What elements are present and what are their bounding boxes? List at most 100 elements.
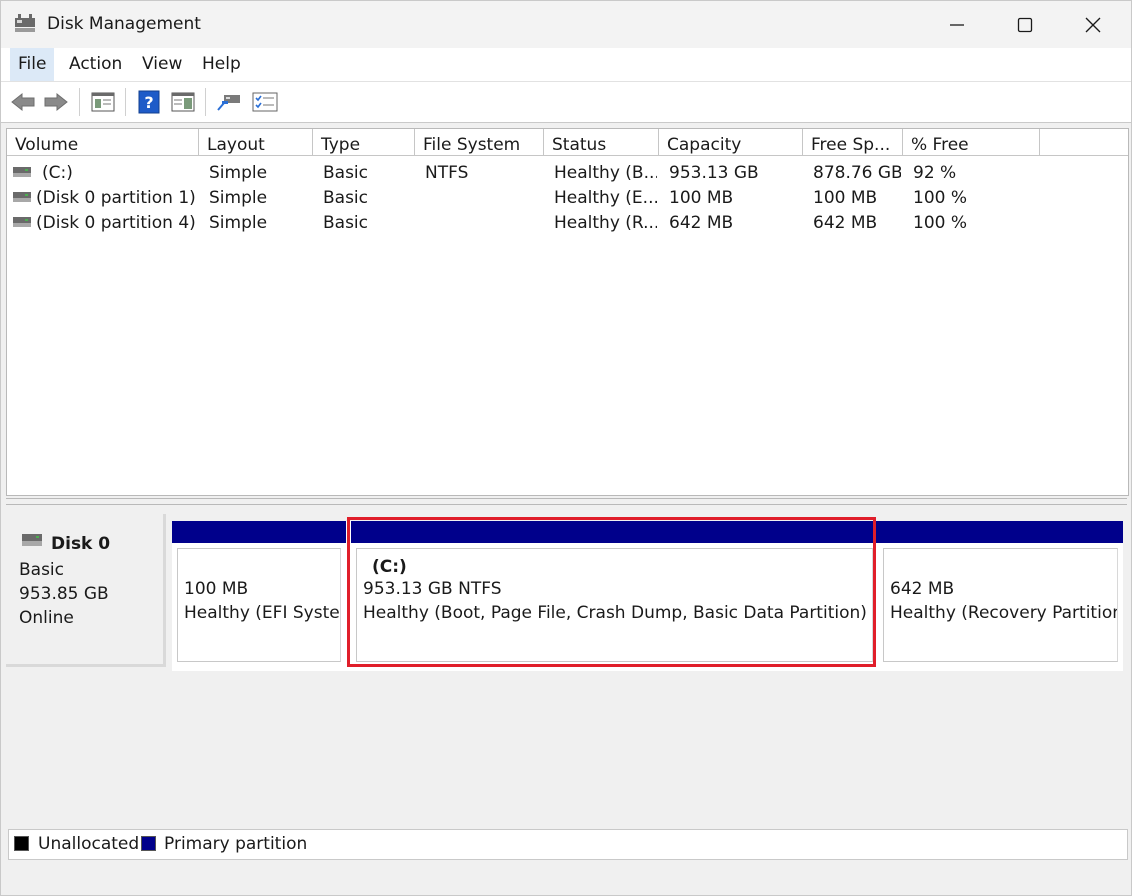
partition-size: 953.13 GB NTFS [363,579,502,599]
toolbar-separator [125,88,126,116]
toolbar-separator [205,88,206,116]
menu-file[interactable]: File [10,48,55,81]
column-header-type[interactable]: Type [313,129,415,156]
forward-button[interactable] [42,89,70,115]
column-header-empty [1040,129,1128,156]
cell-status: Healthy (R... [554,213,657,233]
menu-view[interactable]: View [134,48,190,81]
title-bar: Disk Management [1,1,1131,48]
properties-button[interactable] [89,89,117,115]
connect-button[interactable] [215,89,243,115]
show-hide-button[interactable] [169,89,197,115]
disk-0-label[interactable]: Disk 0 Basic 953.85 GB Online [6,514,166,667]
table-row[interactable]: (Disk 0 partition 4) Simple Basic Health… [7,210,1128,235]
properties-icon [91,92,115,112]
table-row[interactable]: (Disk 0 partition 1) Simple Basic Health… [7,185,1128,210]
partition-title: (C:) [372,557,407,577]
column-header-percent-free[interactable]: % Free [903,129,1040,156]
pane-splitter[interactable] [6,498,1127,505]
column-header-free-space[interactable]: Free Sp... [803,129,903,156]
cell-type: Basic [323,163,369,183]
maximize-icon [1017,17,1033,32]
cell-status: Healthy (B... [554,163,657,183]
forward-icon [44,92,68,112]
column-header-capacity[interactable]: Capacity [659,129,803,156]
cell-volume: (Disk 0 partition 4) [36,213,196,233]
disk-graphical-view: Disk 0 Basic 953.85 GB Online 100 MB Hea… [6,507,1127,827]
menu-action[interactable]: Action [61,48,130,81]
cell-layout: Simple [209,188,268,208]
cell-type: Basic [323,188,369,208]
settings-list-icon [252,92,278,112]
table-row[interactable]: (C:) Simple Basic NTFS Healthy (B... 953… [7,160,1128,185]
cell-file-system [425,185,540,210]
primary-partition-bar [351,521,878,543]
cell-file-system: NTFS [425,163,469,183]
connect-icon [217,95,240,111]
cell-file-system [425,210,540,235]
unallocated-swatch [14,836,29,851]
cell-free-space: 878.76 GB [813,163,901,183]
legend-primary-partition: Primary partition [164,834,308,854]
cell-free-space: 100 MB [813,188,878,208]
menu-help[interactable]: Help [194,48,249,81]
primary-partition-bar [878,521,1123,543]
disk-type: Basic [19,560,65,580]
cell-capacity: 100 MB [669,188,734,208]
primary-partition-bar [172,521,346,543]
settings-list-button[interactable] [251,89,279,115]
column-header-volume[interactable]: Volume [7,129,199,156]
close-button[interactable] [1059,1,1127,48]
help-button[interactable]: ? [135,89,163,115]
toolbar-separator [79,88,80,116]
show-hide-icon [171,92,195,112]
partition-status: Healthy (Recovery Partition) [890,603,1118,623]
legend: Unallocated Primary partition [8,829,1128,860]
partition-status: Healthy (Boot, Page File, Crash Dump, Ba… [363,603,867,623]
cell-layout: Simple [209,213,268,233]
cell-percent-free: 92 % [913,163,957,183]
window-title: Disk Management [47,14,201,34]
partition-efi-details: 100 MB Healthy (EFI System Partition) [177,548,341,662]
drive-icon [13,192,31,202]
status-bar [1,861,1131,895]
partition-recovery-details: 642 MB Healthy (Recovery Partition) [883,548,1118,662]
partition-recovery[interactable]: 642 MB Healthy (Recovery Partition) [878,521,1123,667]
cell-type: Basic [323,213,369,233]
partition-size: 642 MB [890,579,955,599]
toolbar: ? [1,81,1131,123]
primary-partition-swatch [141,836,156,851]
cell-status: Healthy (E... [554,188,657,208]
close-icon [1085,17,1101,32]
back-icon [11,92,35,112]
cell-volume: (C:) [42,163,73,183]
disk-status: Online [19,608,74,628]
cell-free-space: 642 MB [813,213,878,233]
svg-text:?: ? [144,93,153,112]
maximize-button[interactable] [991,1,1059,48]
cell-percent-free: 100 % [913,188,968,208]
partition-size: 100 MB [184,579,249,599]
minimize-button[interactable] [923,1,991,48]
partition-c-details: (C:) 953.13 GB NTFS Healthy (Boot, Page … [356,548,873,662]
back-button[interactable] [9,89,37,115]
legend-unallocated: Unallocated [38,834,140,854]
disk-management-window: Disk Management File Action View Help ? [0,0,1132,896]
menu-bar: File Action View Help [1,48,1131,81]
volume-list[interactable]: Volume Layout Type File System Status Ca… [6,128,1129,496]
column-header-file-system[interactable]: File System [415,129,544,156]
cell-volume: (Disk 0 partition 1) [36,188,196,208]
cell-layout: Simple [209,163,268,183]
drive-icon [13,167,31,177]
column-header-layout[interactable]: Layout [199,129,313,156]
disk-size: 953.85 GB [19,584,109,604]
cell-capacity: 642 MB [669,213,734,233]
minimize-icon [950,23,964,26]
drive-icon [13,217,31,227]
column-header-status[interactable]: Status [544,129,659,156]
disk-name: Disk 0 [51,534,111,554]
disk-icon [22,534,42,546]
partition-status: Healthy (EFI System Partition) [184,603,340,623]
partition-c[interactable]: (C:) 953.13 GB NTFS Healthy (Boot, Page … [351,521,878,667]
partition-efi[interactable]: 100 MB Healthy (EFI System Partition) [172,521,346,667]
